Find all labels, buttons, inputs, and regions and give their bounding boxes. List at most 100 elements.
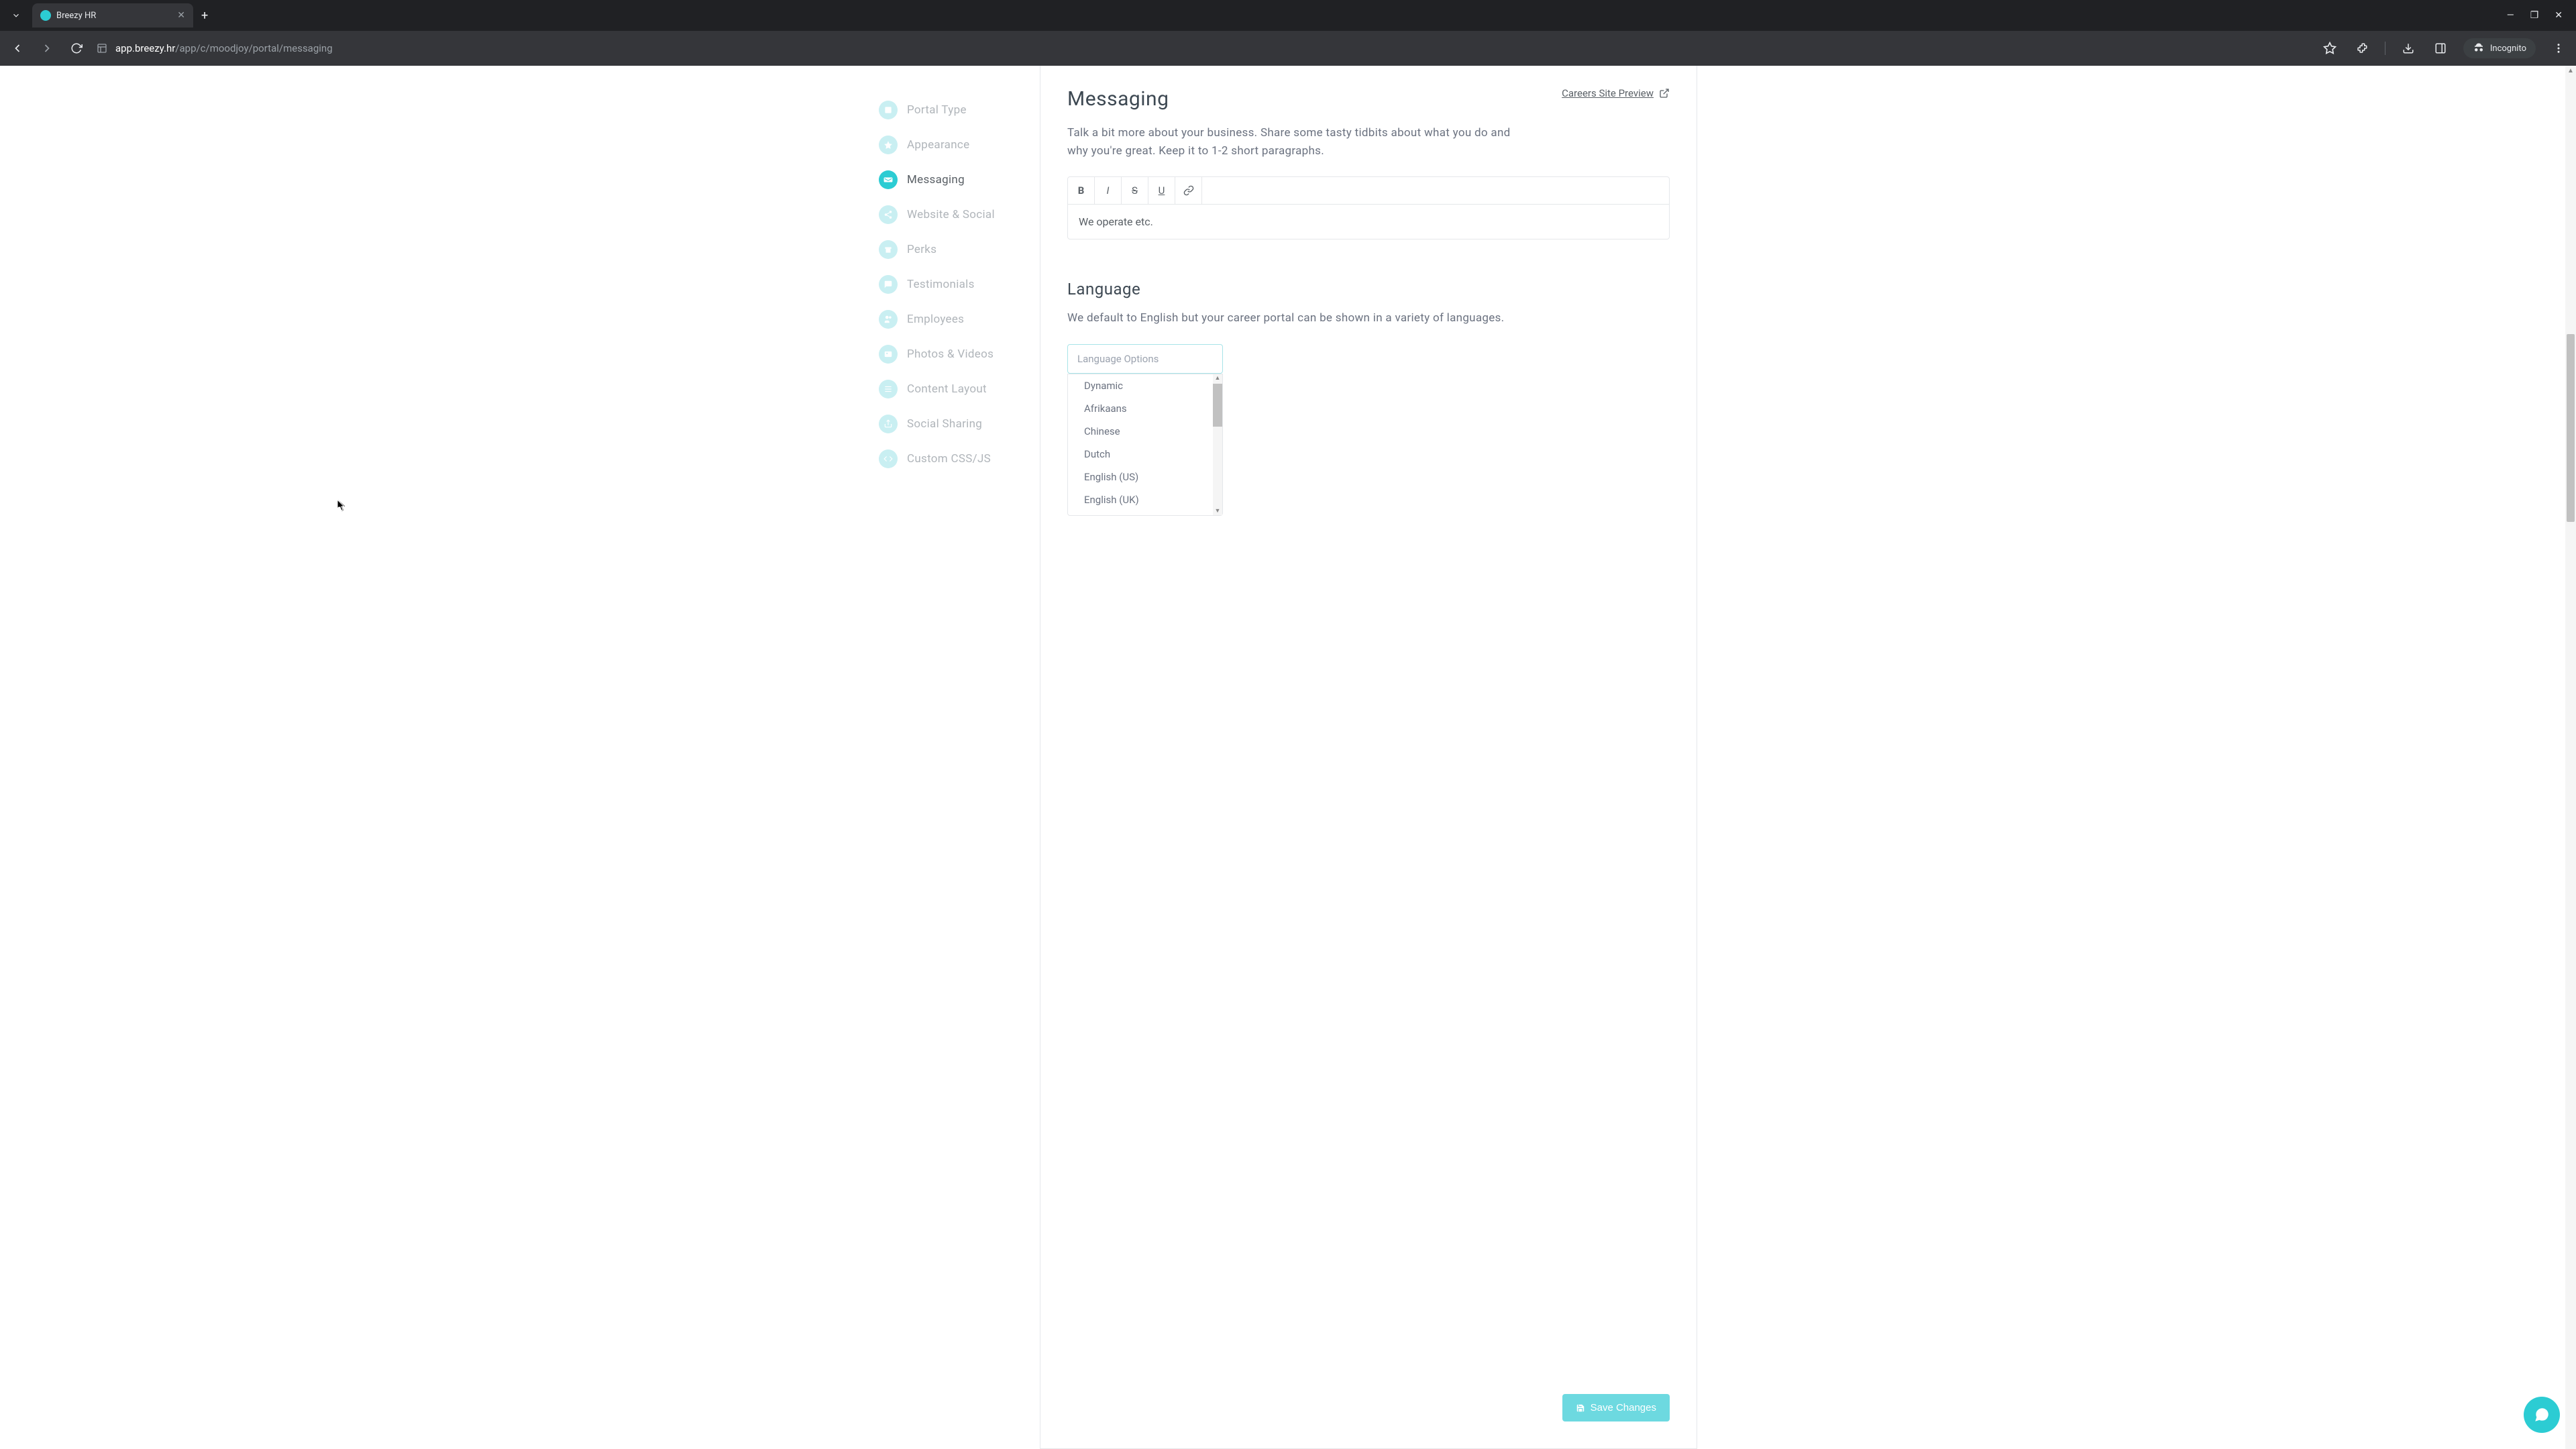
incognito-label: Incognito — [2490, 44, 2526, 54]
testimonials-icon — [879, 275, 898, 294]
tab-close-button[interactable]: ✕ — [177, 10, 185, 21]
link-icon — [1183, 185, 1194, 196]
sidebar-item-photos-videos[interactable]: Photos & Videos — [879, 337, 1040, 372]
strikethrough-button[interactable]: S — [1122, 177, 1148, 204]
url-text: app.breezy.hr/app/c/moodjoy/portal/messa… — [115, 42, 333, 54]
language-option-dynamic[interactable]: Dynamic — [1068, 374, 1213, 397]
tab-title: Breezy HR — [56, 11, 172, 21]
incognito-icon — [2473, 42, 2485, 54]
chat-icon — [2533, 1406, 2551, 1424]
page-content: Portal Type Appearance Messaging Website… — [0, 66, 2576, 1449]
browser-chrome: Breezy HR ✕ + — ❐ ✕ app.breezy.hr/app/c/… — [0, 0, 2576, 66]
appearance-icon — [879, 136, 898, 154]
main-content: Messaging Careers Site Preview Talk a bi… — [1040, 66, 1697, 1449]
sidebar-item-social-sharing[interactable]: Social Sharing — [879, 407, 1040, 441]
social-sharing-icon — [879, 415, 898, 433]
page-scrollbar[interactable]: ▲ — [2565, 66, 2576, 1449]
page-scroll-up[interactable]: ▲ — [2565, 66, 2576, 76]
sidebar-item-portal-type[interactable]: Portal Type — [879, 93, 1040, 127]
language-option-chinese[interactable]: Chinese — [1068, 420, 1213, 443]
close-window-button[interactable]: ✕ — [2555, 10, 2563, 21]
sidebar-item-employees[interactable]: Employees — [879, 302, 1040, 337]
site-settings-icon[interactable] — [97, 43, 107, 54]
forward-button[interactable] — [38, 39, 56, 58]
scroll-down-arrow[interactable]: ▼ — [1213, 507, 1222, 515]
messaging-description: Talk a bit more about your business. Sha… — [1067, 124, 1523, 160]
scroll-up-arrow[interactable]: ▲ — [1213, 374, 1222, 382]
sidebar-item-label: Website & Social — [907, 208, 995, 221]
language-dropdown-menu: Dynamic Afrikaans Chinese Dutch English … — [1067, 374, 1223, 516]
editor-toolbar: B I S U — [1068, 177, 1669, 205]
sidebar-item-label: Photos & Videos — [907, 347, 994, 361]
language-option-finnish[interactable]: Finnish — [1068, 511, 1213, 515]
minimize-button[interactable]: — — [2507, 10, 2514, 21]
save-button-label: Save Changes — [1591, 1402, 1656, 1413]
scroll-thumb[interactable] — [1213, 384, 1222, 427]
sidebar-item-label: Employees — [907, 313, 964, 326]
language-option-dutch[interactable]: Dutch — [1068, 443, 1213, 466]
portal-type-icon — [879, 101, 898, 119]
underline-button[interactable]: U — [1148, 177, 1175, 204]
favicon — [40, 10, 51, 21]
dropdown-scrollbar[interactable]: ▲ ▼ — [1213, 374, 1222, 515]
content-layout-icon — [879, 380, 898, 398]
language-dropdown: Language Options Dynamic Afrikaans Chine… — [1067, 344, 1223, 374]
page-scroll-thumb[interactable] — [2567, 334, 2575, 522]
preview-link-label: Careers Site Preview — [1562, 87, 1654, 99]
sidebar: Portal Type Appearance Messaging Website… — [879, 66, 1040, 1449]
menu-button[interactable] — [2549, 39, 2568, 58]
reload-button[interactable] — [67, 39, 86, 58]
sidebar-item-label: Social Sharing — [907, 417, 982, 431]
extensions-button[interactable] — [2353, 39, 2371, 58]
italic-button[interactable]: I — [1095, 177, 1122, 204]
sidebar-item-label: Messaging — [907, 173, 965, 186]
messaging-icon — [879, 170, 898, 189]
save-icon — [1576, 1403, 1585, 1413]
custom-css-js-icon — [879, 449, 898, 468]
save-changes-button[interactable]: Save Changes — [1562, 1394, 1670, 1421]
sidebar-item-label: Portal Type — [907, 103, 967, 117]
tab-search-dropdown[interactable] — [5, 5, 27, 26]
careers-preview-link[interactable]: Careers Site Preview — [1562, 87, 1670, 99]
tab-bar: Breezy HR ✕ + — ❐ ✕ — [0, 0, 2576, 31]
incognito-badge[interactable]: Incognito — [2463, 38, 2536, 58]
bold-button[interactable]: B — [1068, 177, 1095, 204]
sidebar-item-label: Appearance — [907, 138, 969, 152]
language-description: We default to English but your career po… — [1067, 309, 1523, 327]
page-title: Messaging — [1067, 87, 1169, 111]
url-bar[interactable]: app.breezy.hr/app/c/moodjoy/portal/messa… — [97, 42, 2310, 54]
side-panel-button[interactable] — [2431, 39, 2450, 58]
maximize-button[interactable]: ❐ — [2530, 10, 2539, 21]
sidebar-item-messaging[interactable]: Messaging — [879, 162, 1040, 197]
new-tab-button[interactable]: + — [201, 9, 208, 23]
editor-textarea[interactable]: We operate etc. — [1068, 205, 1669, 239]
sidebar-item-testimonials[interactable]: Testimonials — [879, 267, 1040, 302]
link-button[interactable] — [1175, 177, 1202, 204]
website-social-icon — [879, 205, 898, 224]
sidebar-item-label: Perks — [907, 243, 936, 256]
employees-icon — [879, 310, 898, 329]
perks-icon — [879, 240, 898, 259]
sidebar-item-website-social[interactable]: Website & Social — [879, 197, 1040, 232]
rich-text-editor: B I S U We operate etc. — [1067, 176, 1670, 239]
sidebar-item-custom-css-js[interactable]: Custom CSS/JS — [879, 441, 1040, 476]
nav-bar: app.breezy.hr/app/c/moodjoy/portal/messa… — [0, 31, 2576, 66]
language-title: Language — [1067, 280, 1670, 299]
language-select-trigger[interactable]: Language Options — [1067, 344, 1223, 374]
browser-tab[interactable]: Breezy HR ✕ — [32, 3, 193, 28]
photos-videos-icon — [879, 345, 898, 364]
downloads-button[interactable] — [2399, 39, 2418, 58]
sidebar-item-label: Content Layout — [907, 382, 987, 396]
sidebar-item-label: Testimonials — [907, 278, 975, 291]
sidebar-item-appearance[interactable]: Appearance — [879, 127, 1040, 162]
chat-widget-button[interactable] — [2524, 1397, 2560, 1433]
back-button[interactable] — [8, 39, 27, 58]
language-option-english-us[interactable]: English (US) — [1068, 466, 1213, 488]
bookmark-button[interactable] — [2320, 39, 2339, 58]
window-controls: — ❐ ✕ — [2507, 10, 2571, 21]
sidebar-item-content-layout[interactable]: Content Layout — [879, 372, 1040, 407]
sidebar-item-perks[interactable]: Perks — [879, 232, 1040, 267]
language-option-english-uk[interactable]: English (UK) — [1068, 488, 1213, 511]
sidebar-item-label: Custom CSS/JS — [907, 452, 991, 466]
language-option-afrikaans[interactable]: Afrikaans — [1068, 397, 1213, 420]
